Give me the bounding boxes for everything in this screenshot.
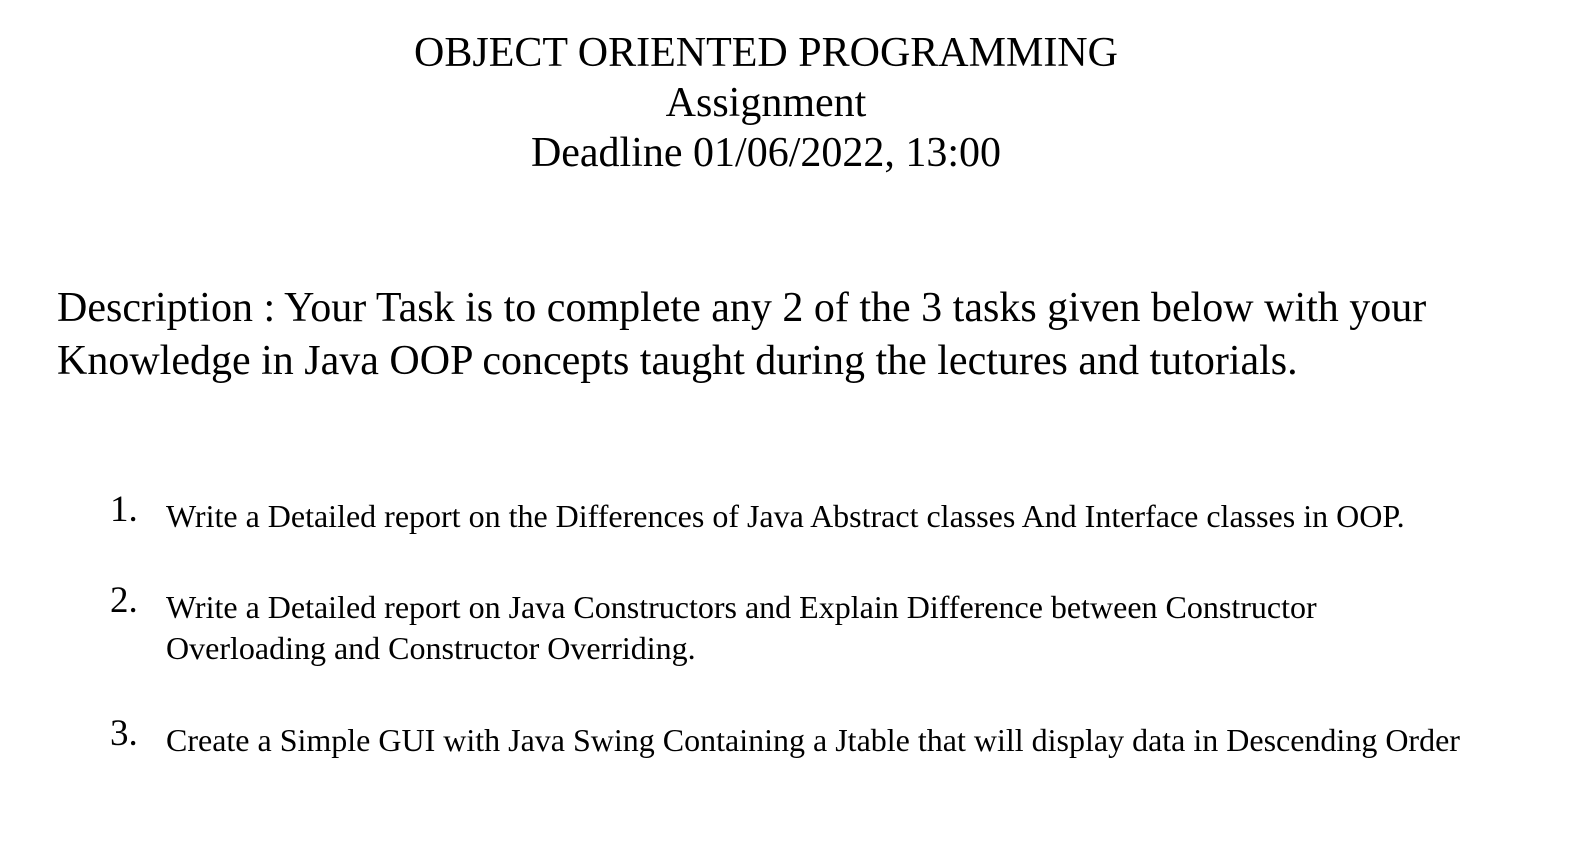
- task-number: 3.: [110, 713, 138, 754]
- task-text: Create a Simple GUI with Java Swing Cont…: [166, 722, 1460, 758]
- document-page: OBJECT ORIENTED PROGRAMMING Assignment D…: [0, 0, 1577, 841]
- task-text: Write a Detailed report on Java Construc…: [166, 589, 1317, 666]
- task-list: 1. Write a Detailed report on the Differ…: [0, 0, 1577, 841]
- task-number: 1.: [110, 489, 138, 530]
- task-text: Write a Detailed report on the Differenc…: [166, 498, 1405, 534]
- task-number: 2.: [110, 580, 138, 621]
